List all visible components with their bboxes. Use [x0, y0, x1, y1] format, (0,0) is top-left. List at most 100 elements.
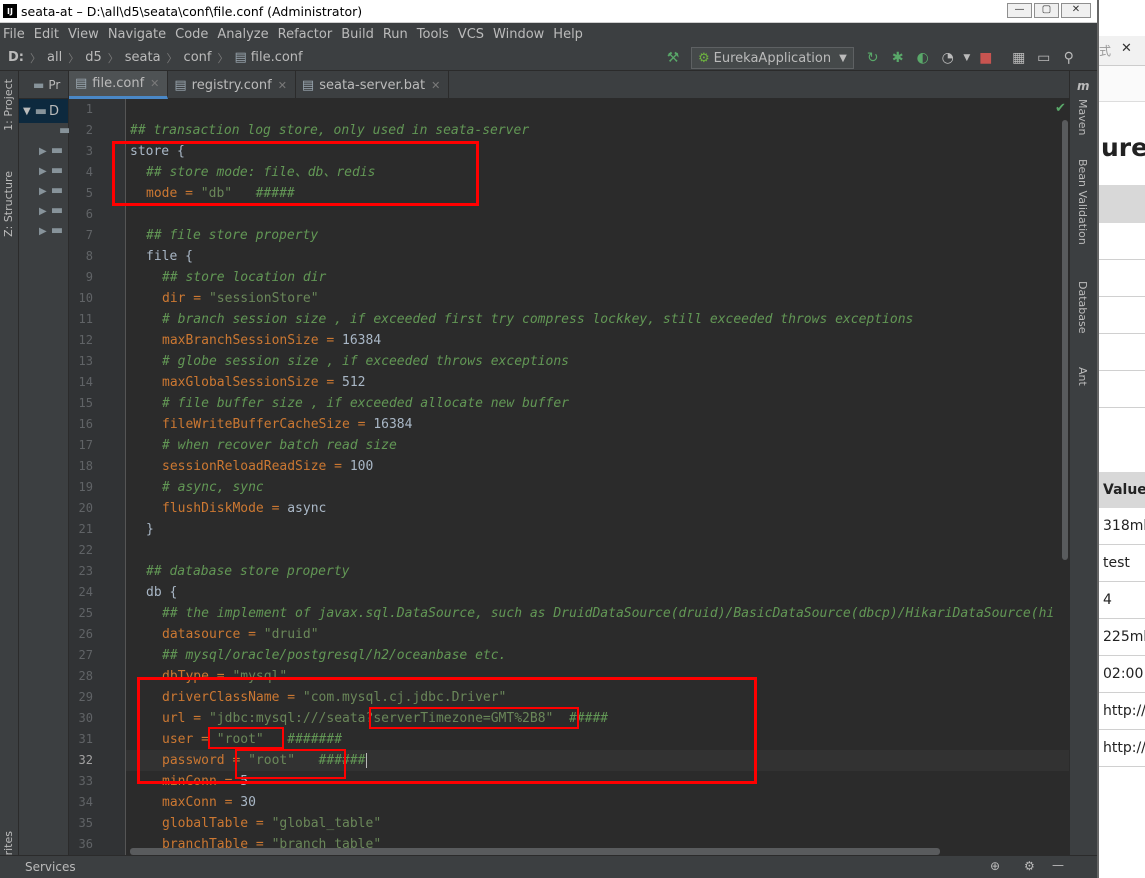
chevron-right-icon: 〉 — [107, 51, 119, 65]
menu-refactor[interactable]: Refactor — [278, 27, 333, 42]
code-line-31: user = "root" ####### — [162, 732, 343, 747]
ant-tool-tab[interactable]: Ant — [1076, 367, 1089, 386]
ide-window: IJ seata-at – D:\all\d5\seata\conf\file.… — [0, 0, 1097, 878]
run-configuration-select[interactable]: ⚙ EurekaApplication ▼ — [691, 47, 854, 69]
tree-item[interactable]: ▶ ▬ — [19, 223, 68, 243]
chevron-right-icon: ▶ — [39, 186, 47, 197]
chevron-right-icon: ▶ — [39, 146, 47, 157]
menu-file[interactable]: File — [3, 27, 25, 42]
table-cell-link[interactable]: http:// — [1099, 693, 1145, 730]
menu-edit[interactable]: Edit — [34, 27, 59, 42]
tree-item[interactable]: ▶ ▬ — [19, 143, 68, 163]
code-line-5: mode = "db" ##### — [146, 186, 295, 201]
tab-seata-server-bat[interactable]: ▤ seata-server.bat ✕ — [296, 71, 450, 99]
text-caret — [365, 753, 367, 768]
menu-code[interactable]: Code — [175, 27, 208, 42]
menu-build[interactable]: Build — [341, 27, 374, 42]
page-heading: urek — [1101, 133, 1145, 162]
code-line-32: password = "root" ###### — [162, 753, 367, 768]
table-row — [1099, 260, 1145, 297]
breadcrumb-seata[interactable]: seata — [125, 50, 161, 65]
menu-tools[interactable]: Tools — [417, 27, 449, 42]
line-number: 5 — [85, 186, 93, 200]
chevron-down-icon[interactable]: ▼ — [962, 47, 972, 69]
table-column-header: Value — [1099, 472, 1145, 508]
close-icon[interactable]: ✕ — [150, 77, 159, 90]
browser-tab-label[interactable]: 式 — [1099, 42, 1111, 59]
breadcrumb-all[interactable]: all — [47, 50, 62, 65]
structure-tool-tab[interactable]: Z: Structure — [2, 171, 15, 237]
config-file-icon: ▤ — [75, 76, 88, 91]
bean-validation-tool-tab[interactable]: Bean Validation — [1076, 159, 1089, 245]
rerun-icon[interactable]: ↻ — [862, 47, 884, 69]
menu-window[interactable]: Window — [493, 27, 544, 42]
table-row — [1099, 297, 1145, 334]
profile-icon[interactable]: ◔ — [937, 47, 959, 69]
browser-address-bar[interactable] — [1099, 66, 1145, 102]
close-icon[interactable]: ✕ — [278, 79, 287, 92]
globe-icon[interactable]: ⊕ — [990, 859, 1000, 873]
menu-help[interactable]: Help — [553, 27, 583, 42]
menu-vcs[interactable]: VCS — [458, 27, 484, 42]
minimize-panel-icon[interactable]: — — [1052, 858, 1064, 872]
code-line-17: # when recover batch read size — [162, 438, 397, 453]
inspection-ok-icon[interactable]: ✔ — [1055, 101, 1066, 116]
debug-icon[interactable]: ✱ — [887, 47, 909, 69]
breadcrumb-drive[interactable]: D: — [8, 50, 24, 65]
line-number: 1 — [85, 102, 93, 116]
tree-root-label: D — [49, 103, 60, 119]
config-file-icon: ▤ — [174, 77, 187, 93]
table-cell-link[interactable]: http:// — [1099, 730, 1145, 767]
breadcrumb-file[interactable]: file.conf — [251, 50, 303, 65]
presentation-icon[interactable]: ▭ — [1033, 47, 1055, 69]
project-tool-tab[interactable]: 1: Project — [2, 79, 15, 131]
table-row — [1099, 371, 1145, 408]
tree-root[interactable]: ▼ ▬ D — [19, 99, 68, 123]
code-line-2: ## transaction log store, only used in s… — [130, 123, 530, 138]
tree-item[interactable]: ▶ ▬ — [19, 203, 68, 223]
line-number: 32 — [78, 753, 93, 767]
menu-navigate[interactable]: Navigate — [108, 27, 166, 42]
line-number: 10 — [78, 291, 93, 305]
table-cell-value: 225mb — [1099, 619, 1145, 656]
horizontal-scrollbar[interactable] — [130, 848, 940, 855]
line-number: 24 — [78, 585, 93, 599]
breadcrumb-conf[interactable]: conf — [184, 50, 212, 65]
menu-view[interactable]: View — [68, 27, 99, 42]
search-icon[interactable]: ⚲ — [1058, 47, 1080, 69]
tree-item[interactable]: ▶ ▬ — [19, 183, 68, 203]
close-icon[interactable]: ✕ — [431, 79, 440, 92]
database-tool-tab[interactable]: Database — [1076, 281, 1089, 334]
menu-run[interactable]: Run — [383, 27, 408, 42]
coverage-icon[interactable]: ◐ — [912, 47, 934, 69]
maven-tool-tab[interactable]: Maven — [1076, 99, 1089, 135]
table-cell-value: 318mb — [1099, 508, 1145, 545]
stop-icon[interactable]: ■ — [975, 47, 997, 69]
services-tool-tab[interactable]: Services — [25, 860, 76, 874]
chevron-right-icon: ▶ — [39, 166, 47, 177]
minimize-button[interactable]: — — [1007, 3, 1032, 18]
code-area[interactable]: ## transaction log store, only used in s… — [130, 99, 1069, 855]
tab-registry-conf[interactable]: ▤ registry.conf ✕ — [168, 71, 296, 99]
line-number: 14 — [78, 375, 93, 389]
intellij-icon: IJ — [3, 4, 17, 18]
maximize-button[interactable]: ▢ — [1034, 3, 1059, 18]
gear-icon[interactable]: ⚙ — [1024, 859, 1035, 873]
line-number: 4 — [85, 165, 93, 179]
code-editor[interactable]: 1 2 3 4 5 6 7 8 9 10 11 12 13 14 15 16 17 18 19 20 21 22 23 24 2… — [69, 99, 1069, 855]
close-button[interactable]: ✕ — [1061, 3, 1091, 18]
code-line-28: dbType = "mysql" — [162, 669, 288, 684]
tree-item[interactable]: ▶ ▬ — [19, 163, 68, 183]
breadcrumb-d5[interactable]: d5 — [85, 50, 102, 65]
tab-file-conf[interactable]: ▤ file.conf ✕ — [69, 71, 169, 99]
tree-item[interactable]: ▬ — [19, 123, 71, 143]
vertical-scrollbar[interactable] — [1062, 120, 1068, 560]
menu-analyze[interactable]: Analyze — [217, 27, 268, 42]
close-icon[interactable]: ✕ — [1121, 41, 1132, 56]
build-hammer-icon[interactable]: ⚒ — [662, 47, 684, 69]
project-structure-icon[interactable]: ▦ — [1008, 47, 1030, 69]
title-bar: IJ seata-at – D:\all\d5\seata\conf\file.… — [0, 0, 1097, 23]
project-panel-header[interactable]: ▬ Pr — [19, 71, 68, 99]
code-line-25: ## the implement of javax.sql.DataSource… — [162, 606, 1055, 621]
chevron-down-icon: ▼ — [839, 52, 847, 64]
